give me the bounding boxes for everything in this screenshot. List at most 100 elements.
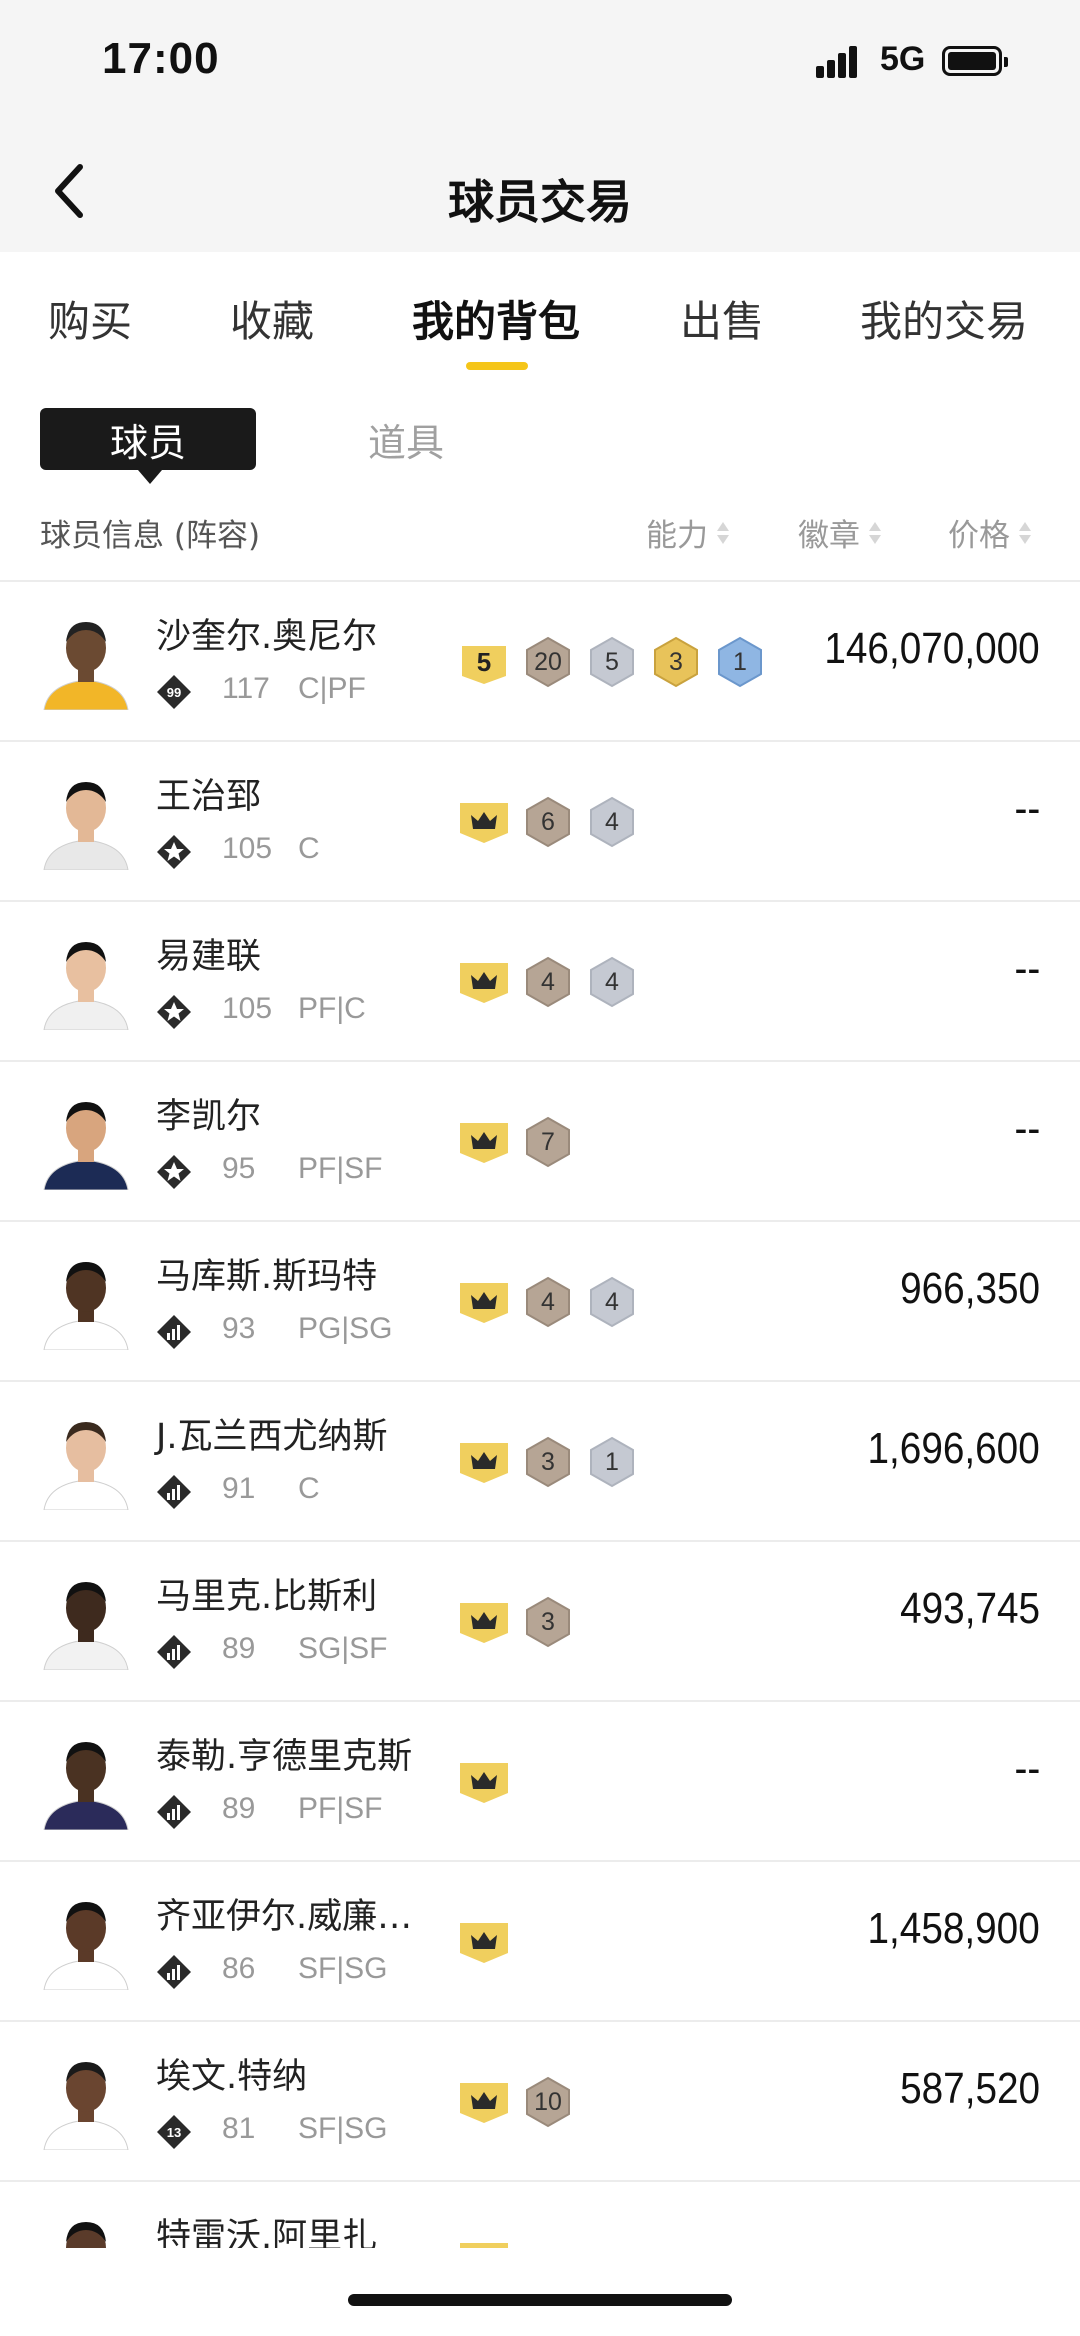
bronze-badge: 20 [522, 636, 574, 688]
player-name: 易建联 [156, 937, 262, 977]
tab-favorites[interactable]: 收藏 [230, 288, 314, 349]
bars-rank-icon [156, 1794, 192, 1830]
badge-count: 1 [733, 647, 747, 676]
sort-icon [716, 520, 730, 546]
player-row[interactable]: 沙奎尔.奥尼尔 99 117 C|PF 5 20 5 3 1 146,070,000 [0, 582, 1080, 742]
player-avatar [38, 610, 134, 710]
player-position: PF|SF [298, 1792, 383, 1825]
tab-buy[interactable]: 购买 [48, 288, 132, 349]
player-price: 587,520 [900, 2064, 1040, 2113]
player-position: C|PF [298, 672, 366, 705]
player-name: 齐亚伊尔.威廉… [156, 1897, 413, 1937]
crown-badge-icon [458, 2079, 510, 2125]
player-ovr: 105 [222, 832, 273, 865]
blue-badge: 1 [714, 636, 766, 688]
tab-sell[interactable]: 出售 [680, 288, 764, 349]
player-avatar [38, 1090, 134, 1190]
silver-badge: 1 [586, 1436, 638, 1488]
player-position: C [298, 832, 320, 865]
player-avatar [38, 2050, 134, 2150]
tab-my-trades[interactable]: 我的交易 [860, 288, 1028, 349]
player-avatar [38, 1730, 134, 1830]
player-avatar [38, 1250, 134, 1350]
badge-count: 3 [541, 1607, 555, 1636]
player-name: 马库斯.斯玛特 [156, 1257, 378, 1297]
player-ovr: 89 [222, 1792, 256, 1825]
badge-list: 10 [458, 2074, 574, 2130]
player-row[interactable]: 马库斯.斯玛特 93 PG|SG 4 4 966,350 [0, 1222, 1080, 1382]
crown-badge-icon [458, 1599, 510, 1645]
player-row[interactable]: 埃文.特纳 13 81 SF|SG 10 587,520 [0, 2022, 1080, 2182]
badge-list: 64 [458, 794, 638, 850]
tab-my-backpack[interactable]: 我的背包 [412, 288, 580, 349]
player-ovr: 91 [222, 1472, 256, 1505]
star-rank-icon [156, 1154, 192, 1190]
badge-count: 3 [541, 1447, 555, 1476]
player-avatar [38, 770, 134, 870]
sort-badge[interactable]: 徽章 [798, 510, 882, 555]
player-price: -- [1014, 1104, 1040, 1153]
player-avatar [38, 1410, 134, 1510]
player-row[interactable]: 王治郅 105 C 6 4 -- [0, 742, 1080, 902]
bars-rank-icon [156, 1954, 192, 1990]
badge-count: 4 [605, 1287, 619, 1316]
bronze-badge: 4 [522, 956, 574, 1008]
sort-price[interactable]: 价格 [948, 510, 1032, 555]
player-row[interactable]: 李凯尔 95 PF|SF 7 -- [0, 1062, 1080, 1222]
player-row[interactable]: 泰勒.亨德里克斯 89 PF|SF -- [0, 1702, 1080, 1862]
bars-rank-icon [156, 1474, 192, 1510]
player-position: PF|C [298, 992, 366, 1025]
list-header: 球员信息 (阵容) 能力 徽章 价格 [0, 500, 1080, 582]
bronze-badge: 10 [522, 2076, 574, 2128]
crown-badge-icon [458, 799, 510, 845]
player-price: -- [1014, 1744, 1040, 1793]
sort-icon [1018, 520, 1032, 546]
badge-list: 44 [458, 954, 638, 1010]
player-ovr: 89 [222, 1632, 256, 1665]
player-row[interactable]: 齐亚伊尔.威廉… 86 SF|SG 1,458,900 [0, 1862, 1080, 2022]
player-list: 沙奎尔.奥尼尔 99 117 C|PF 5 20 5 3 1 146,070,000 王治郅 105 C… [0, 582, 1080, 2310]
player-avatar [38, 1570, 134, 1670]
player-row[interactable]: 易建联 105 PF|C 4 4 -- [0, 902, 1080, 1062]
svg-text:13: 13 [167, 2125, 181, 2140]
player-row[interactable]: J.瓦兰西尤纳斯 91 C 3 1 1,696,600 [0, 1382, 1080, 1542]
bronze-badge: 7 [522, 1116, 574, 1168]
sort-ability[interactable]: 能力 [646, 510, 730, 555]
header-ability-label: 能力 [646, 518, 708, 554]
player-name: 沙奎尔.奥尼尔 [156, 617, 378, 657]
player-name: 马里克.比斯利 [156, 1577, 378, 1617]
player-name: 王治郅 [156, 777, 262, 817]
home-indicator[interactable] [348, 2294, 732, 2306]
player-avatar [38, 930, 134, 1030]
rank-99-icon: 99 [156, 674, 192, 710]
badge-count: 3 [669, 647, 683, 676]
player-ovr: 105 [222, 992, 273, 1025]
segment-items[interactable]: 道具 [346, 408, 466, 470]
player-position: PF|SF [298, 1152, 383, 1185]
badge-list: 5 20 5 3 1 [458, 634, 766, 690]
badge-count: 5 [605, 647, 619, 676]
bars-rank-icon [156, 1634, 192, 1670]
bronze-badge: 3 [522, 1436, 574, 1488]
badge-count: 1 [605, 1447, 619, 1476]
segment-players[interactable]: 球员 [40, 408, 256, 484]
player-ovr: 81 [222, 2112, 256, 2145]
page-title: 球员交易 [448, 175, 632, 229]
player-ovr: 95 [222, 1152, 256, 1185]
signal-icon [816, 44, 868, 78]
player-price: 1,696,600 [867, 1424, 1040, 1473]
rank-13-icon: 13 [156, 2114, 192, 2150]
sort-icon [868, 520, 882, 546]
silver-badge: 4 [586, 1276, 638, 1328]
svg-text:99: 99 [167, 685, 181, 700]
badge-list [458, 1914, 510, 1970]
badge-list: 31 [458, 1434, 638, 1490]
player-row[interactable]: 马里克.比斯利 89 SG|SF 3 493,745 [0, 1542, 1080, 1702]
crown-badge-icon [458, 1439, 510, 1485]
player-price: 493,745 [900, 1584, 1040, 1633]
player-position: SF|SG [298, 1952, 388, 1985]
badge-count: 10 [534, 2087, 562, 2116]
badge-count: 4 [605, 807, 619, 836]
badge-count: 5 [476, 646, 492, 677]
player-ovr: 117 [222, 672, 270, 705]
